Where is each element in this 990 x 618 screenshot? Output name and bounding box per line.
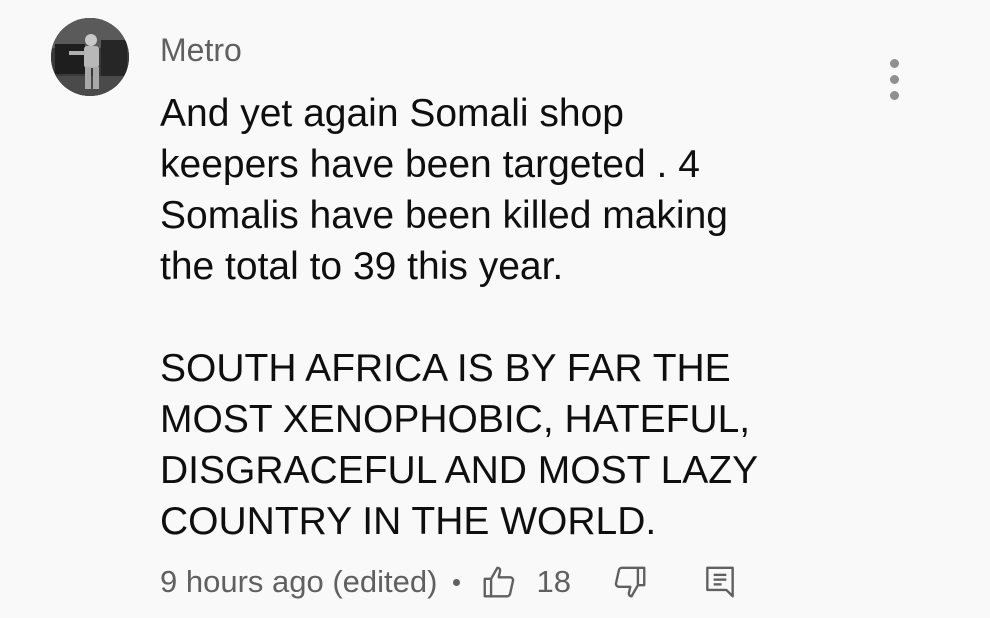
more-actions-button[interactable] [872,50,916,108]
comment-paragraph: And yet again Somali shop keepers have b… [160,92,728,288]
like-count: 18 [536,564,571,599]
thumbs-up-icon [484,566,515,598]
avatar[interactable] [51,18,129,96]
timestamp[interactable]: 9 hours ago (edited) [160,564,437,600]
thumbs-down-icon [614,566,646,598]
avatar-image [51,18,129,96]
author-name[interactable]: Metro [160,30,242,70]
comment-paragraph: SOUTH AFRICA IS BY FAR THE MOST XENOPHOB… [160,347,759,543]
comment-body: And yet again Somali shop keepers have b… [160,88,860,547]
more-vertical-icon-dot [889,90,899,100]
like-button[interactable] [480,563,518,601]
more-vertical-icon [889,58,899,68]
more-vertical-icon-dot [889,74,899,84]
reply-icon [706,566,734,598]
comment-toolbar: 9 hours ago (edited) 18 [160,558,739,606]
dislike-button[interactable] [611,563,649,601]
reply-button[interactable] [701,563,739,601]
separator-dot [453,578,461,586]
comment: Metro And yet again Somali shop keepers … [0,0,990,618]
